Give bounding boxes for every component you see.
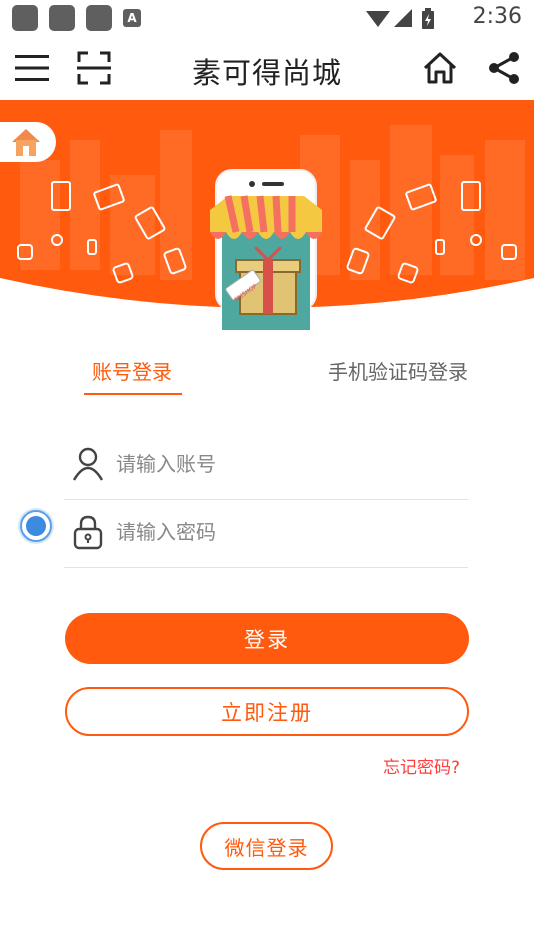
app-toolbar: 素可得尚城 [0,36,534,100]
share-button[interactable] [476,36,532,100]
password-input[interactable] [116,516,456,548]
home-icon [423,52,457,84]
password-field-row [64,500,468,568]
notification-icon [12,5,38,31]
forgot-password-link[interactable]: 忘记密码? [383,753,460,778]
account-field-row [64,432,468,500]
banner-illustration [0,100,534,330]
account-input[interactable] [116,448,456,480]
nushop-tag: NUSHOP [233,283,258,302]
wifi-icon [366,11,390,27]
share-icon [489,52,519,84]
notification-icon [86,5,112,31]
wechat-login-button[interactable]: 微信登录 [200,822,333,870]
home-button[interactable] [412,36,468,100]
tab-phone-login[interactable]: 手机验证码登录 [328,356,468,385]
lock-icon [73,515,103,550]
status-bar: A 2:36 [0,0,534,36]
active-tab-indicator [84,393,182,395]
svg-text:NUSHOP: NUSHOP [233,283,258,302]
signal-battery-icons [366,8,434,29]
notification-icon [49,5,75,31]
floating-touch-indicator[interactable] [16,506,56,546]
cellular-signal-icon [394,9,412,27]
notification-badge: A [123,9,141,27]
home-icon [12,129,40,156]
tab-account-login[interactable]: 账号登录 [92,356,172,385]
login-button[interactable]: 登录 [65,613,469,664]
clock: 2:36 [472,4,522,29]
home-shortcut-button[interactable] [0,122,56,162]
user-icon [72,447,104,481]
register-button[interactable]: 立即注册 [65,687,469,736]
shop-banner: NUSHOP [0,100,534,335]
